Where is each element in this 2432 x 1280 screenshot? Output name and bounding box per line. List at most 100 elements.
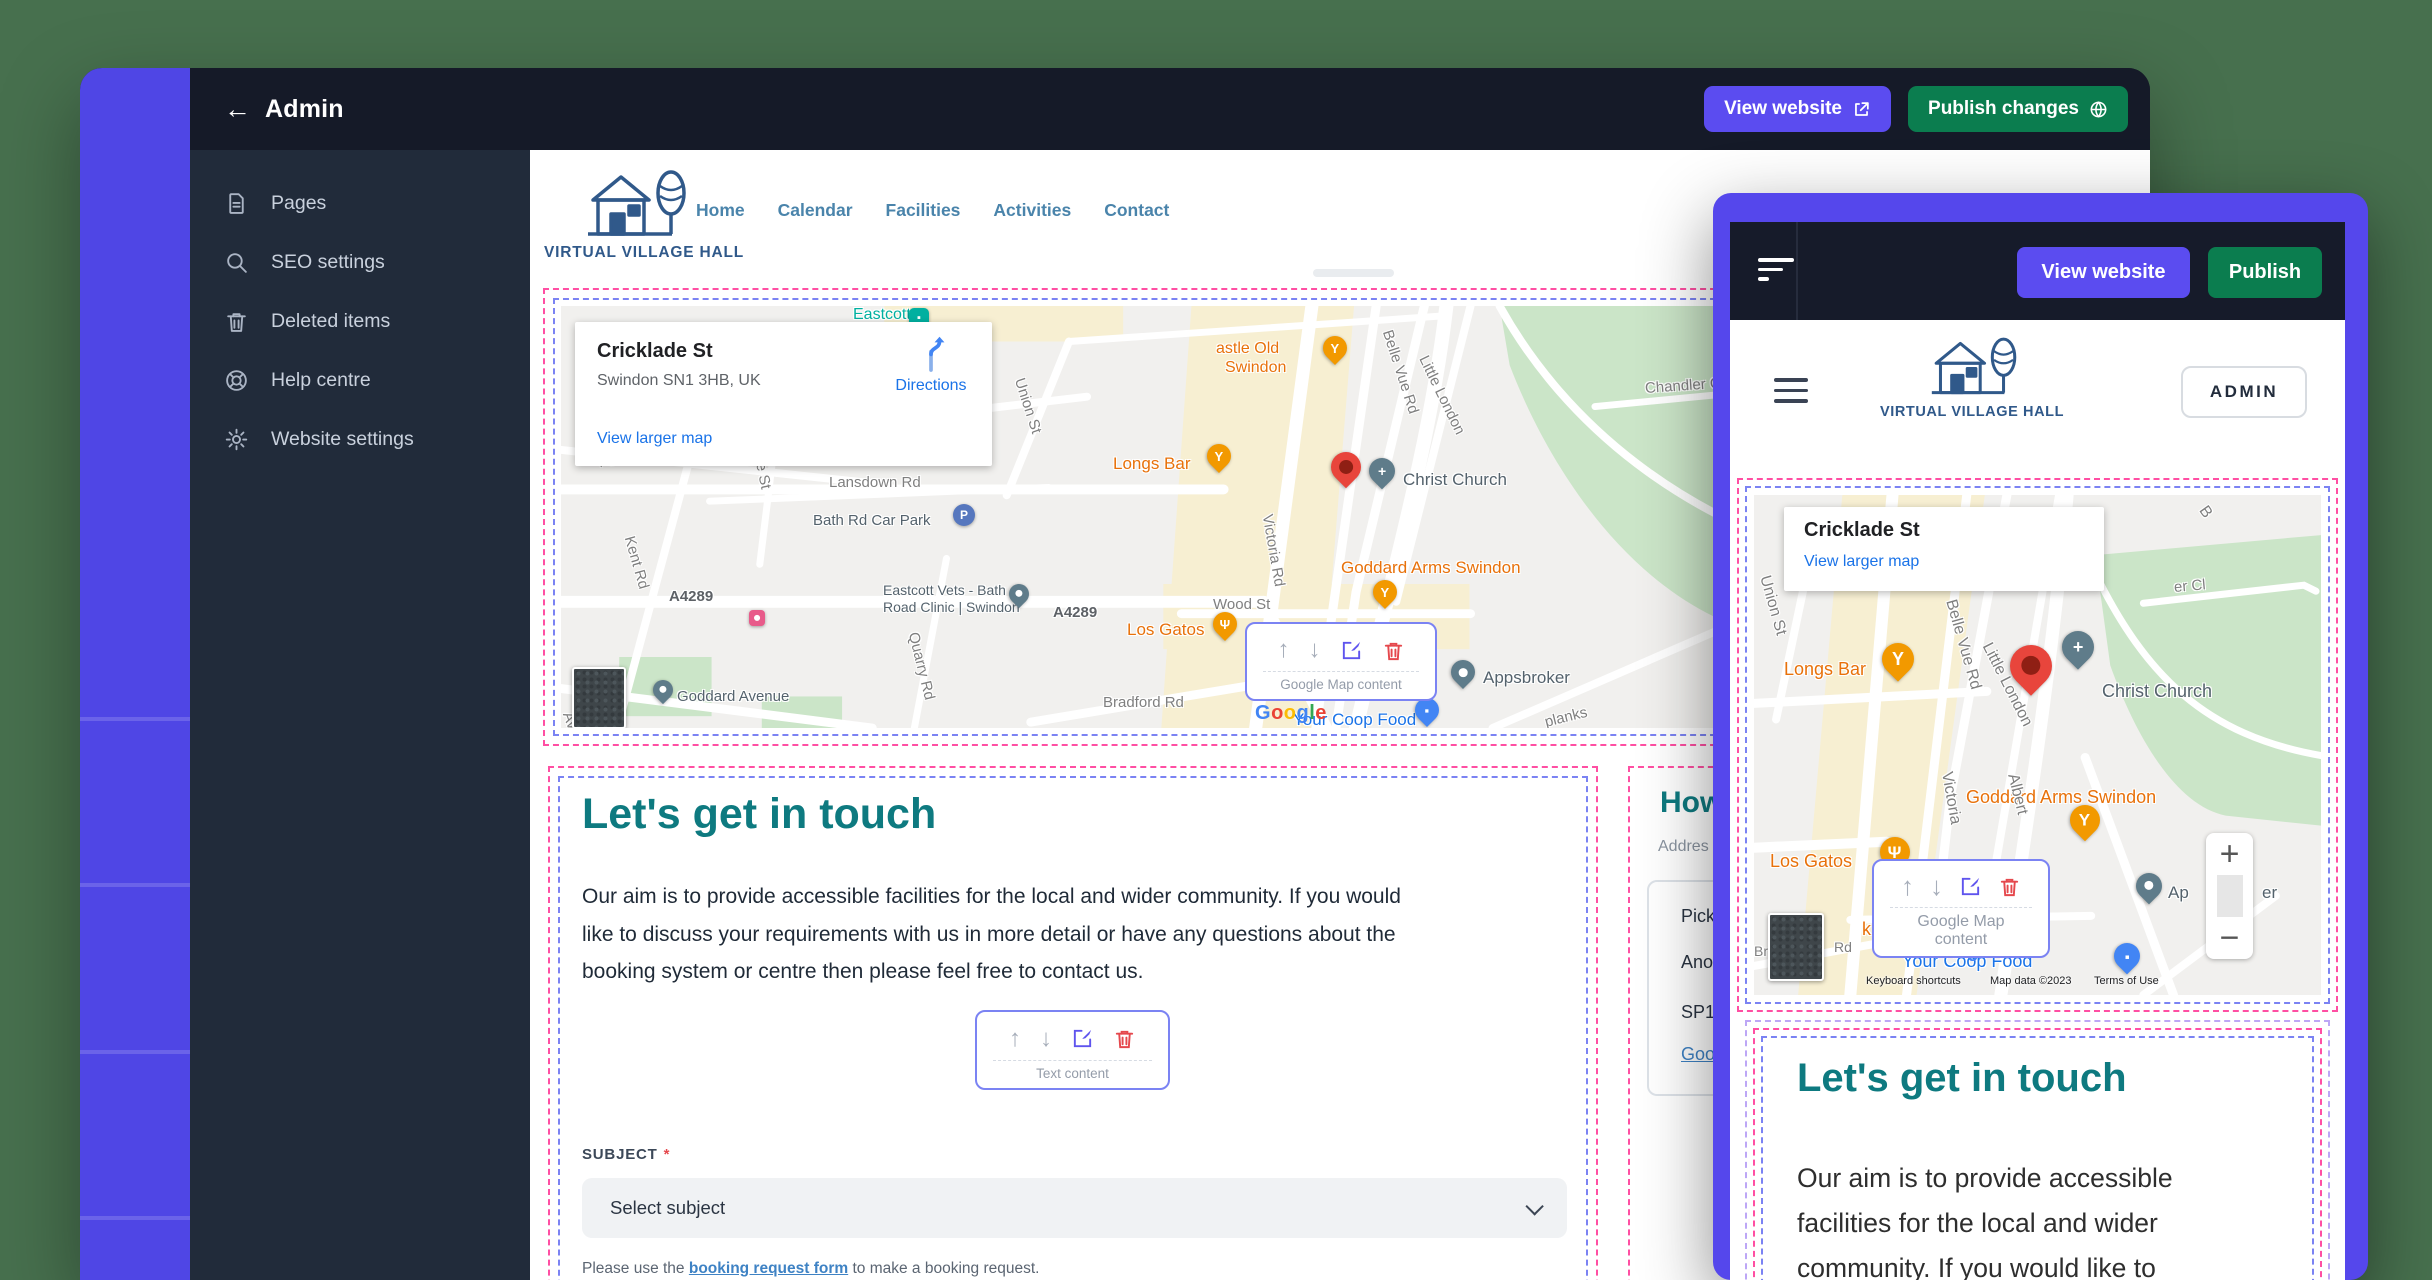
contact-paragraph: Our aim is to provide accessible facilit… — [582, 878, 1542, 991]
map-label: astle Old — [1216, 340, 1279, 358]
sidebar-item-pages[interactable]: Pages — [190, 174, 530, 233]
zoom-in-button[interactable]: + — [2206, 833, 2253, 875]
satellite-toggle-thumbnail[interactable] — [1768, 913, 1824, 981]
map-pin-gray — [2131, 868, 2168, 905]
map-pin-pink-sq — [749, 610, 765, 626]
delete-icon[interactable] — [1382, 639, 1405, 662]
map-label: er — [2262, 883, 2277, 903]
contact-block-outline: Let's get in touch Our aim is to provide… — [558, 776, 1588, 1280]
map-pin-parking: P — [953, 504, 975, 526]
keyboard-shortcuts-link[interactable]: Keyboard shortcuts — [1866, 975, 1961, 987]
map-label: Victoria — [1937, 770, 1964, 825]
admin-title: Admin — [265, 95, 344, 124]
move-up-icon[interactable]: ↑ — [1278, 636, 1290, 664]
nav-contact[interactable]: Contact — [1104, 200, 1169, 221]
map-label: Victoria Rd — [1259, 513, 1288, 588]
preview-scrollbar-thumb[interactable] — [1313, 269, 1394, 277]
terms-of-use-link[interactable]: Terms of Use — [2094, 975, 2159, 987]
map-label: Christ Church — [2102, 681, 2212, 702]
zoom-out-button[interactable]: − — [2206, 917, 2253, 959]
sidebar-item-seo-settings[interactable]: SEO settings — [190, 233, 530, 292]
rail-divider — [80, 883, 190, 887]
admin-badge-button[interactable]: ADMIN — [2181, 366, 2307, 418]
map-pin-gray: + — [1364, 453, 1401, 490]
rail-divider — [80, 717, 190, 721]
booking-request-form-link[interactable]: booking request form — [689, 1260, 848, 1277]
move-down-icon[interactable]: ↓ — [1309, 636, 1321, 664]
sidebar-toggle-icon[interactable] — [1758, 258, 1794, 287]
map-info-card: Cricklade St Swindon SN1 3HB, UK View la… — [575, 322, 992, 466]
contact-heading: Let's get in touch — [582, 790, 936, 839]
map-label: Quarry Rd — [905, 630, 938, 701]
mobile-google-map-embed[interactable]: ctoBUnion Ster ClLongs BarYBelle Vue RdL… — [1754, 495, 2321, 995]
map-label: k — [1862, 919, 1871, 940]
topbar-divider — [1796, 222, 1798, 320]
publish-changes-label: Publish changes — [1928, 98, 2079, 120]
admin-sidebar: Pages SEO settings Deleted items Help ce… — [190, 150, 530, 1280]
subject-select[interactable]: Select subject — [582, 1178, 1567, 1238]
site-logo-text: VIRTUAL VILLAGE HALL — [1852, 404, 2092, 420]
map-label: Wood St — [1213, 596, 1270, 613]
mobile-publish-button[interactable]: Publish — [2208, 247, 2322, 298]
map-label: Road Clinic | Swindon — [883, 599, 1020, 615]
edit-icon[interactable] — [1071, 1027, 1094, 1050]
sidebar-item-help-centre[interactable]: Help centre — [190, 351, 530, 410]
map-label: Belle Vue Rd — [1379, 328, 1422, 416]
mobile-site-logo[interactable]: VIRTUAL VILLAGE HALL — [1852, 328, 2092, 420]
mobile-preview-screen: View website Publish VIRTUAL VILLAGE H — [1730, 222, 2345, 1280]
mobile-view-website-button[interactable]: View website — [2017, 247, 2190, 298]
move-down-icon[interactable]: ↓ — [1930, 871, 1943, 902]
directions-link[interactable]: Directions — [891, 334, 971, 395]
move-down-icon[interactable]: ↓ — [1040, 1025, 1052, 1053]
back-arrow-icon[interactable]: ← — [224, 94, 251, 125]
map-pin-orange: Y — [1318, 331, 1352, 365]
satellite-toggle-thumbnail[interactable] — [572, 667, 626, 728]
map-label: Ap — [2168, 883, 2189, 903]
move-up-icon[interactable]: ↑ — [1901, 871, 1914, 902]
delete-icon[interactable] — [1998, 875, 2021, 898]
view-larger-map-link[interactable]: View larger map — [597, 430, 712, 448]
site-nav: Home Calendar Facilities Activities Cont… — [696, 200, 1169, 221]
view-website-button[interactable]: View website — [1704, 86, 1891, 132]
map-label: Lansdown Rd — [829, 474, 921, 491]
map-label: Eastcott Vets - Bath — [883, 582, 1006, 598]
edit-icon[interactable] — [1340, 639, 1363, 662]
sidebar-item-website-settings[interactable]: Website settings — [190, 410, 530, 469]
subject-field-label: SUBJECT* — [582, 1146, 670, 1163]
contact-section-outline: Let's get in touch Our aim is to provide… — [548, 766, 1598, 1280]
map-label: Bradford Rd — [1103, 694, 1184, 711]
map-data-label: Map data ©2023 — [1990, 975, 2072, 987]
sidebar-item-label: Help centre — [271, 369, 371, 392]
view-larger-map-link[interactable]: View larger map — [1804, 553, 1919, 571]
mobile-map-info-card: Cricklade St View larger map — [1784, 507, 2104, 591]
admin-topbar: ← Admin View website Publish changes — [190, 68, 2150, 150]
subject-select-value: Select subject — [610, 1197, 725, 1219]
search-icon — [224, 250, 249, 275]
publish-changes-button[interactable]: Publish changes — [1908, 86, 2128, 132]
map-pin-orange: Y — [1202, 439, 1236, 473]
gear-icon — [224, 427, 249, 452]
nav-activities[interactable]: Activities — [993, 200, 1071, 221]
nav-home[interactable]: Home — [696, 200, 745, 221]
find-us-map-link[interactable]: Goo — [1681, 1044, 1715, 1065]
directions-icon — [914, 334, 948, 372]
mobile-map-block-toolbar: ↑ ↓ Google Map content — [1872, 859, 2050, 958]
screenshot-stage: ← Admin View website Publish changes Pag… — [0, 0, 2432, 1280]
rail-divider — [80, 1216, 190, 1220]
contact-heading: Let's get in touch — [1797, 1056, 2127, 1101]
sidebar-item-deleted-items[interactable]: Deleted items — [190, 292, 530, 351]
map-label: Kent Rd — [621, 534, 652, 591]
mobile-map-section-outline: ctoBUnion Ster ClLongs BarYBelle Vue RdL… — [1737, 478, 2338, 1012]
nav-calendar[interactable]: Calendar — [778, 200, 853, 221]
edit-icon[interactable] — [1959, 875, 1982, 898]
map-label: Goddard Arms Swindon — [1966, 787, 2156, 808]
delete-icon[interactable] — [1113, 1027, 1136, 1050]
block-type-label: Google Map content — [1263, 671, 1419, 699]
map-label: A4289 — [1053, 604, 1097, 621]
move-up-icon[interactable]: ↑ — [1009, 1025, 1021, 1053]
hamburger-menu-icon[interactable] — [1774, 378, 1808, 410]
map-pin-orange: Y — [1368, 575, 1402, 609]
nav-facilities[interactable]: Facilities — [886, 200, 961, 221]
site-logo-text: VIRTUAL VILLAGE HALL — [544, 244, 724, 262]
map-pin-gray: + — [2055, 624, 2100, 669]
